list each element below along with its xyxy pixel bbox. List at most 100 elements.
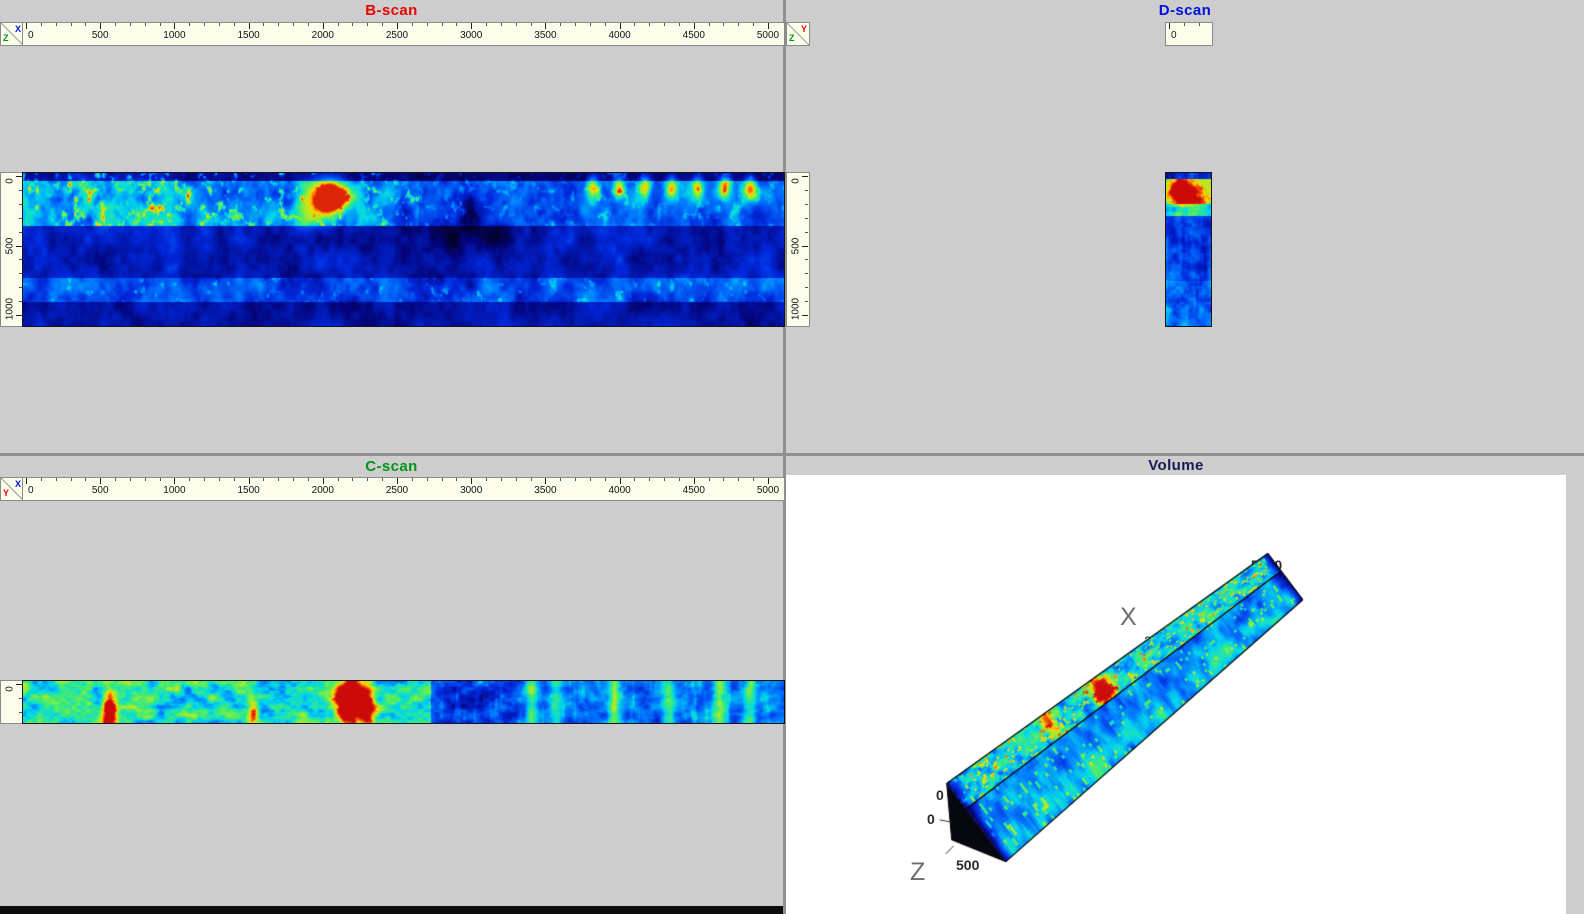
ruler-minor-tick (723, 478, 724, 481)
bscan-image[interactable] (22, 172, 785, 327)
ruler-minor-tick (634, 23, 635, 26)
ruler-tick-label: 1000 (791, 298, 802, 320)
ruler-minor-tick (679, 23, 680, 26)
volume-title: Volume (786, 457, 1566, 474)
ruler-minor-tick (85, 23, 86, 26)
ruler-minor-tick (145, 23, 146, 26)
panel-dscan: D-scan Y Z 0 05001000 (786, 0, 1584, 453)
dscan-y-axis-letter: Y (801, 25, 807, 34)
cscan-axis-corner: X Y (0, 477, 24, 501)
ruler-major-tick (802, 176, 808, 177)
ruler-minor-tick (442, 23, 443, 26)
ruler-tick-label: 4500 (683, 485, 705, 496)
ruler-minor-tick (41, 478, 42, 481)
ruler-tick-label: 4000 (608, 485, 630, 496)
cscan-vertical-ruler[interactable]: 0 (0, 680, 24, 724)
bscan-z-axis-letter: Z (3, 34, 9, 43)
ruler-tick-label: 0 (5, 178, 16, 184)
ruler-tick-label: 0 (28, 30, 34, 41)
ruler-tick-label: 1000 (5, 298, 16, 320)
volume-view[interactable]: 5000 X 2500 0 0 500 Z (786, 475, 1566, 914)
bscan-axis-corner: X Z (0, 22, 24, 46)
ruler-tick-label: 4000 (608, 30, 630, 41)
ruler-major-tick (471, 23, 472, 29)
app-window: B-scan X Z 05001000150020002500300035004… (0, 0, 1584, 914)
ruler-minor-tick (278, 478, 279, 481)
panel-bscan: B-scan X Z 05001000150020002500300035004… (0, 0, 783, 453)
ruler-tick-label: 500 (5, 237, 16, 254)
ruler-minor-tick (412, 478, 413, 481)
ruler-minor-tick (501, 478, 502, 481)
ruler-minor-tick (442, 478, 443, 481)
ruler-minor-tick (664, 478, 665, 481)
dscan-horizontal-ruler[interactable]: 0 (1165, 22, 1213, 46)
ruler-minor-tick (1199, 23, 1200, 26)
ruler-minor-tick (234, 23, 235, 26)
ruler-minor-tick (649, 478, 650, 481)
ruler-tick-label: 0 (791, 178, 802, 184)
bscan-vertical-ruler[interactable]: 0 500 1000 (0, 172, 24, 327)
ruler-minor-tick (531, 478, 532, 481)
dscan-image[interactable] (1165, 172, 1212, 327)
ruler-minor-tick (679, 478, 680, 481)
bscan-title: B-scan (0, 2, 783, 19)
ruler-minor-tick (456, 478, 457, 481)
ruler-minor-tick (805, 218, 808, 219)
ruler-major-tick (768, 23, 769, 29)
bottom-strip (0, 906, 783, 914)
cscan-horizontal-ruler[interactable]: 0500100015002000250030003500400045005000 (22, 477, 785, 501)
ruler-minor-tick (219, 478, 220, 481)
ruler-tick-label: 4500 (683, 30, 705, 41)
bscan-horizontal-ruler[interactable]: 0500100015002000250030003500400045005000 (22, 22, 785, 46)
ruler-minor-tick (204, 478, 205, 481)
ruler-minor-tick (263, 23, 264, 26)
ruler-minor-tick (41, 23, 42, 26)
ruler-tick-label: 2000 (312, 30, 334, 41)
ruler-minor-tick (605, 478, 606, 481)
ruler-minor-tick (427, 23, 428, 26)
ruler-minor-tick (590, 478, 591, 481)
ruler-major-tick (26, 23, 27, 29)
ruler-minor-tick (382, 478, 383, 481)
ruler-minor-tick (130, 478, 131, 481)
ruler-minor-tick (805, 273, 808, 274)
ruler-minor-tick (805, 190, 808, 191)
ruler-tick-label: 1500 (237, 30, 259, 41)
ruler-minor-tick (575, 478, 576, 481)
ruler-minor-tick (805, 259, 808, 260)
ruler-major-tick (397, 478, 398, 484)
bscan-x-axis-letter: X (15, 25, 21, 34)
ruler-minor-tick (516, 23, 517, 26)
ruler-minor-tick (664, 23, 665, 26)
volume-3d-render[interactable] (786, 475, 1566, 914)
ruler-minor-tick (516, 478, 517, 481)
ruler-minor-tick (709, 478, 710, 481)
ruler-minor-tick (219, 23, 220, 26)
ruler-major-tick (694, 478, 695, 484)
cscan-image[interactable] (22, 680, 785, 724)
ruler-major-tick (620, 23, 621, 29)
ruler-minor-tick (308, 23, 309, 26)
ruler-minor-tick (263, 478, 264, 481)
ruler-major-tick (802, 315, 808, 316)
ruler-minor-tick (501, 23, 502, 26)
ruler-minor-tick (738, 23, 739, 26)
ruler-minor-tick (634, 478, 635, 481)
ruler-tick-label: 3500 (534, 485, 556, 496)
ruler-minor-tick (189, 478, 190, 481)
dscan-z-axis-letter: Z (789, 34, 795, 43)
ruler-minor-tick (805, 287, 808, 288)
ruler-tick-label: 500 (791, 237, 802, 254)
ruler-tick-label: 3500 (534, 30, 556, 41)
ruler-minor-tick (590, 23, 591, 26)
dscan-vertical-ruler[interactable]: 0 500 1000 (786, 172, 810, 327)
ruler-minor-tick (204, 23, 205, 26)
ruler-major-tick (545, 478, 546, 484)
ruler-major-tick (26, 478, 27, 484)
ruler-minor-tick (456, 23, 457, 26)
ruler-tick-label: 0 (28, 485, 34, 496)
ruler-tick-label: 2500 (386, 485, 408, 496)
ruler-tick-label: 0 (5, 686, 16, 692)
ruler-major-tick (174, 478, 175, 484)
ruler-minor-tick (160, 23, 161, 26)
